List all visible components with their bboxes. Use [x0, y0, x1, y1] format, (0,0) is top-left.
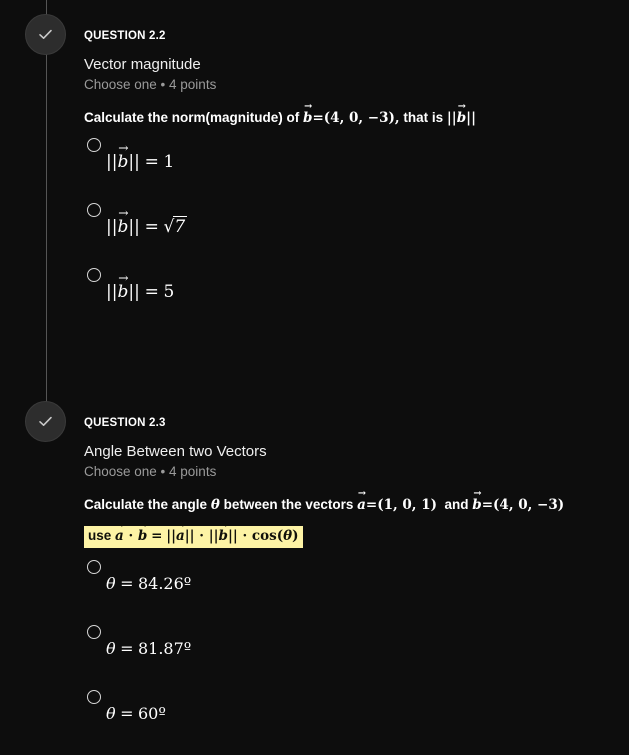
- option-label: θ = 81.87º: [106, 638, 192, 658]
- option-row[interactable]: θ = 81.87º: [84, 624, 624, 690]
- prompt-lead-text: Calculate the norm(magnitude) of: [84, 110, 300, 125]
- option-row[interactable]: ||b|| = √7: [84, 203, 624, 268]
- option-value: 5: [163, 282, 175, 302]
- check-icon: [36, 412, 55, 431]
- question-title: Vector magnitude: [84, 56, 201, 73]
- option-row[interactable]: θ = 84.26º: [84, 559, 624, 625]
- radio-button-option-3[interactable]: [87, 689, 101, 704]
- prompt-tail-text: that is: [403, 110, 444, 125]
- option-row[interactable]: ||b|| = 5: [84, 268, 624, 333]
- question-content: QUESTION 2.3 Angle Between two Vectors C…: [84, 401, 624, 755]
- theta-symbol: θ: [210, 497, 220, 513]
- prompt-conjunction: and: [444, 497, 469, 512]
- radio-button-option-1[interactable]: [87, 138, 101, 152]
- option-label: ||b|| = √7: [106, 216, 188, 237]
- option-value: 60º: [137, 703, 166, 723]
- norm-notation: ||b||: [447, 110, 476, 126]
- question-prompt: Calculate the angle θ between the vector…: [84, 497, 624, 513]
- radio-button-option-2[interactable]: [87, 624, 101, 639]
- hint-lead-text: use: [88, 528, 112, 543]
- question-content: QUESTION 2.2 Vector magnitude Choose one…: [84, 14, 624, 333]
- question-prompt: Calculate the norm(magnitude) of b=(4, 0…: [84, 110, 624, 126]
- option-row[interactable]: ||b|| = 1: [84, 138, 624, 203]
- question-status-marker-completed: [25, 14, 66, 55]
- option-value: 84.26º: [137, 573, 192, 593]
- option-label: θ = 60º: [106, 703, 166, 723]
- vector-a-components: (1, 0, 1): [377, 497, 437, 513]
- question-number-label: QUESTION 2.3: [84, 417, 166, 429]
- prompt-middle-text: between the vectors: [223, 497, 354, 512]
- option-value: 1: [163, 152, 175, 172]
- vector-b-symbol: b: [472, 497, 481, 513]
- square-root-symbol: √7: [163, 216, 188, 237]
- question-meta: Choose one • 4 points: [84, 77, 217, 92]
- vector-b-components: (4, 0, −3),: [323, 110, 400, 126]
- question-status-marker-completed: [25, 401, 66, 442]
- vector-b-symbol: b: [303, 110, 312, 126]
- option-value: 81.87º: [137, 638, 192, 658]
- check-icon: [36, 25, 55, 44]
- vector-b-components: (4, 0, −3): [493, 497, 565, 513]
- answer-options-2-2: ||b|| = 1 ||b|| = √7 ||b|| = 5: [84, 138, 624, 333]
- option-row[interactable]: θ = 60º: [84, 689, 624, 755]
- option-label: θ = 84.26º: [106, 573, 192, 593]
- option-label: ||b|| = 5: [106, 282, 174, 302]
- radio-button-option-3[interactable]: [87, 268, 101, 282]
- timeline-connector-line: [46, 0, 47, 430]
- question-meta: Choose one • 4 points: [84, 464, 217, 479]
- prompt-lead-text: Calculate the angle: [84, 497, 208, 512]
- radio-button-option-1[interactable]: [87, 559, 101, 574]
- question-number-label: QUESTION 2.2: [84, 30, 166, 42]
- formula-hint-highlighted: use a · b = ||a|| · ||b|| · cos(θ): [84, 526, 303, 548]
- radio-button-option-2[interactable]: [87, 203, 101, 217]
- question-title: Angle Between two Vectors: [84, 443, 267, 460]
- prompt-equals: =: [312, 110, 324, 126]
- vector-a-symbol: a: [357, 497, 366, 513]
- answer-options-2-3: θ = 84.26º θ = 81.87º θ = 60º: [84, 559, 624, 755]
- option-label: ||b|| = 1: [106, 152, 174, 172]
